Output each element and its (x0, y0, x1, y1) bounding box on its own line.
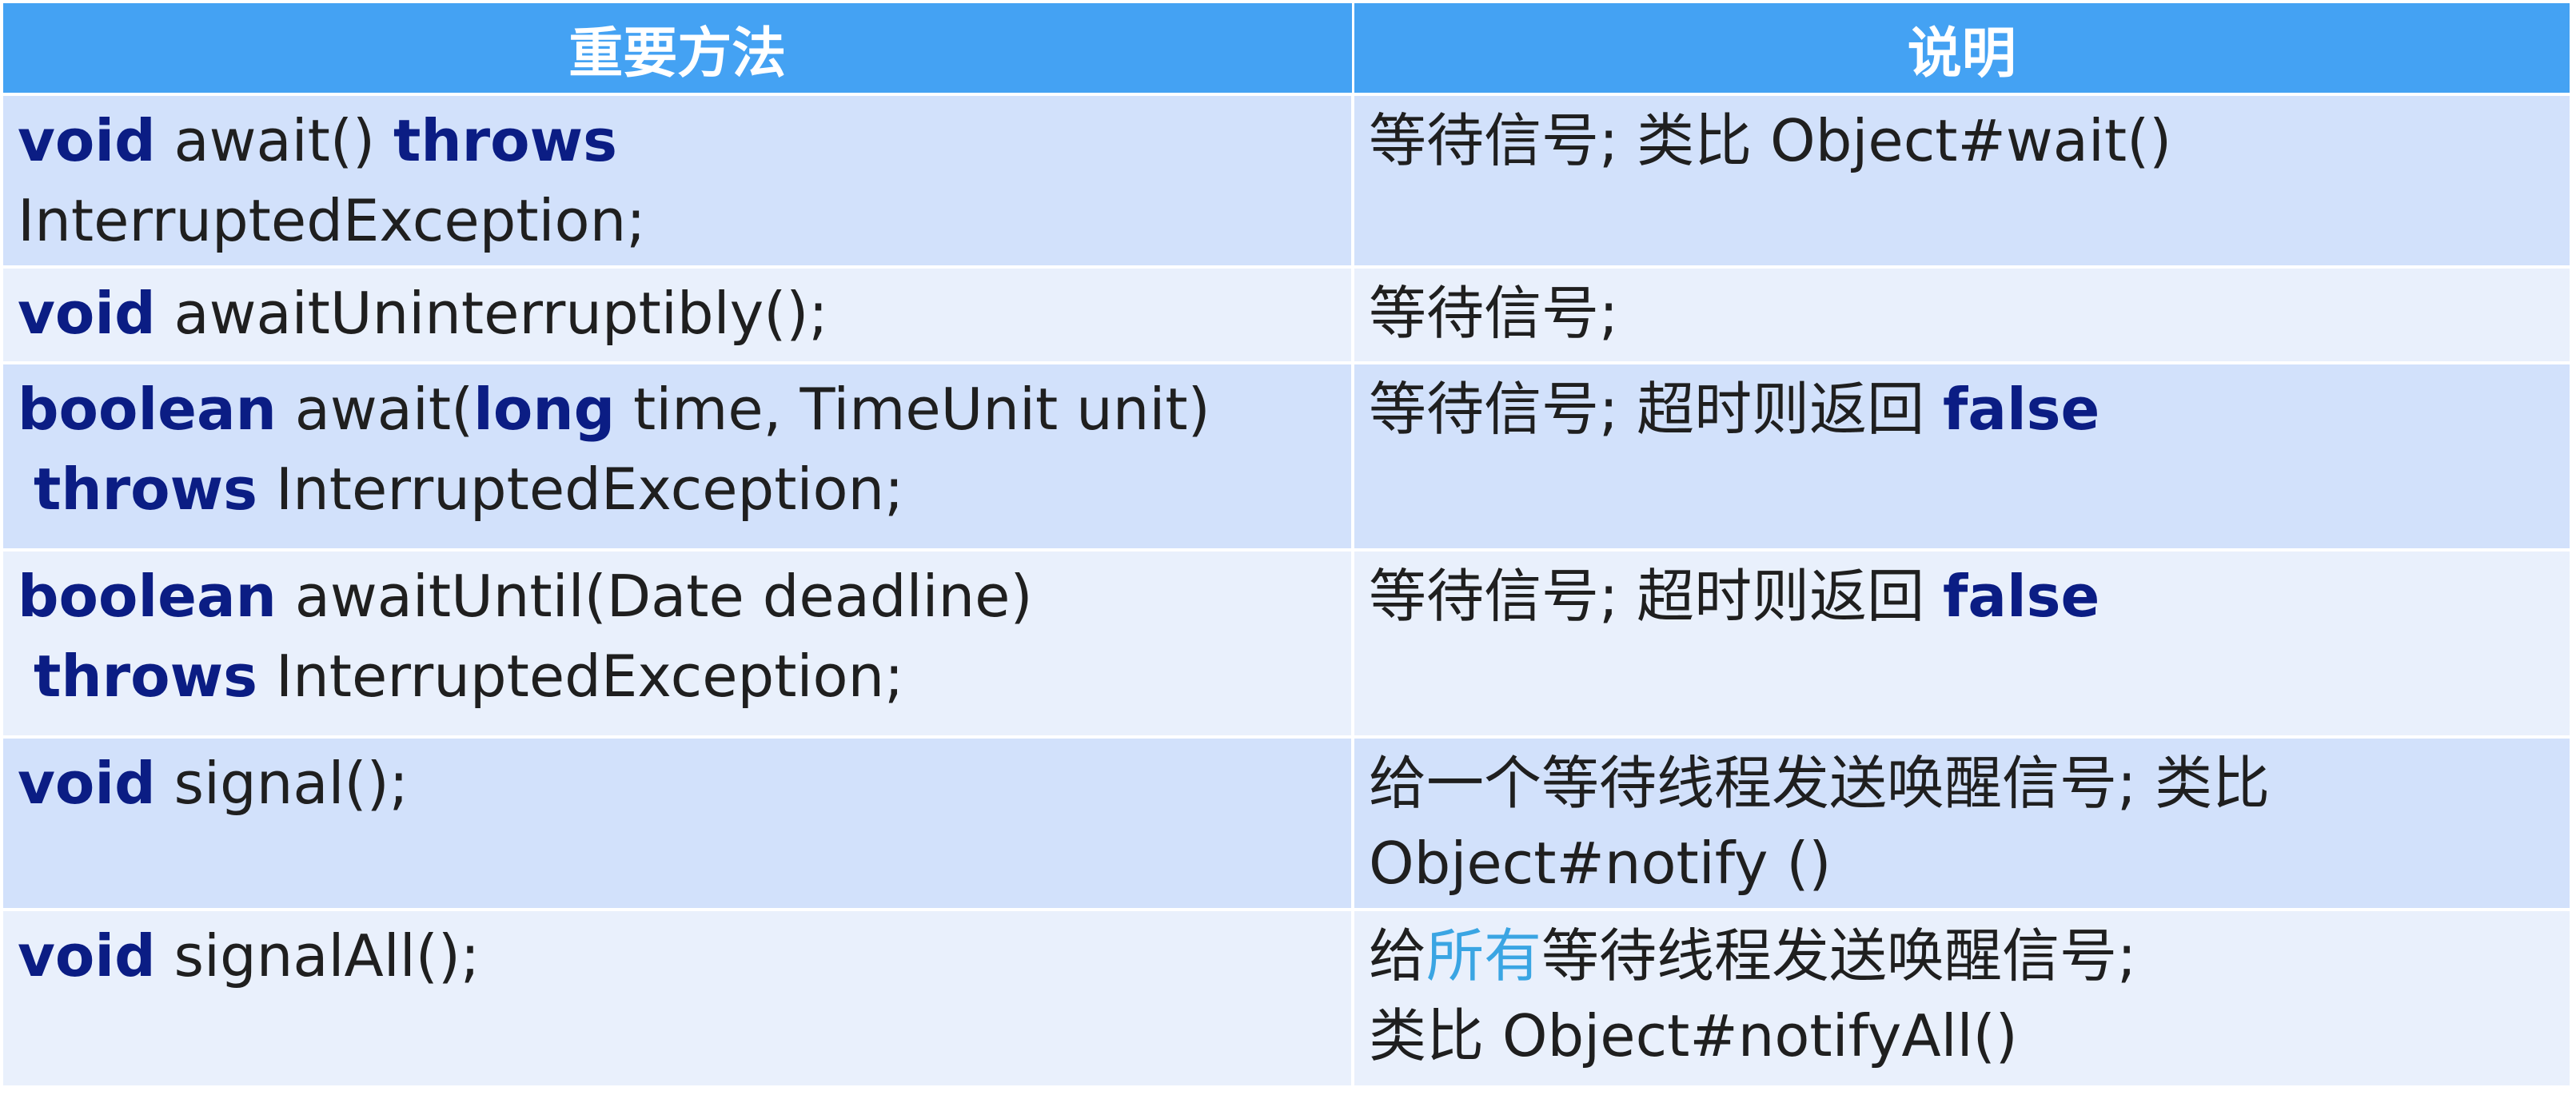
method-signature-line: void await() throws (18, 101, 1337, 181)
method-signature-line: void signal(); (18, 743, 1337, 823)
table-row: boolean await(long time, TimeUnit unit) t… (3, 363, 2570, 551)
method-signature-line: boolean await(long time, TimeUnit unit) (18, 369, 1337, 449)
method-cell: void await() throws InterruptedException; (3, 94, 1354, 269)
table-row: void signalAll(); 给所有等待线程发送唤醒信号; 类比 Objec… (3, 910, 2570, 1089)
text-segment: awaitUninterruptibly(); (155, 280, 828, 347)
table-row: void signal(); 给一个等待线程发送唤醒信号; 类比 Object#n… (3, 737, 2570, 911)
text-segment: time, TimeUnit unit) (615, 376, 1210, 443)
keyword: void (18, 107, 156, 174)
description-line: 类比 Object#notifyAll() (1369, 996, 2555, 1076)
keyword: boolean (18, 563, 277, 630)
method-signature-line: void awaitUninterruptibly(); (18, 273, 1337, 353)
keyword: void (18, 922, 156, 989)
text-segment: 等待信号; 超时则返回 (1369, 563, 1944, 630)
keyword: long (473, 376, 616, 443)
description-cell: 给所有等待线程发送唤醒信号; 类比 Object#notifyAll() (1353, 910, 2570, 1089)
keyword: throws (393, 107, 617, 174)
keyword: boolean (18, 376, 277, 443)
description-line: 等待信号; 超时则返回 false (1369, 369, 2555, 449)
header-method: 重要方法 (3, 3, 1354, 96)
text-segment: signalAll(); (155, 922, 481, 989)
text-segment: awaitUntil(Date deadline) (276, 563, 1033, 630)
method-cell: boolean await(long time, TimeUnit unit) t… (3, 363, 1354, 551)
header-description: 说明 (1353, 3, 2570, 96)
keyword: false (1943, 563, 2100, 630)
table-header-row: 重要方法 说明 (3, 3, 2570, 96)
keyword: void (18, 280, 156, 347)
text-segment: Object#notify () (1369, 830, 1832, 897)
condition-methods-table: 重要方法 说明 void await() throws InterruptedEx… (3, 3, 2570, 1089)
description-line: 等待信号; (1369, 273, 2555, 353)
method-cell: void signal(); (3, 737, 1354, 911)
text-segment: 给 (1369, 922, 1427, 989)
text-segment: InterruptedException; (257, 643, 904, 710)
description-line: 给一个等待线程发送唤醒信号; 类比 (1369, 743, 2555, 823)
description-line: Object#notify () (1369, 823, 2555, 903)
description-line: 等待信号; 超时则返回 false (1369, 556, 2555, 636)
description-cell: 等待信号; 超时则返回 false (1353, 550, 2570, 739)
method-signature-line: InterruptedException; (18, 181, 1337, 261)
method-cell: boolean awaitUntil(Date deadline) throws … (3, 550, 1354, 739)
text-segment: 类比 Object#notifyAll() (1369, 1002, 2018, 1069)
table-row: void await() throws InterruptedException;… (3, 94, 2570, 269)
description-line: 给所有等待线程发送唤醒信号; (1369, 916, 2555, 996)
description-cell: 等待信号; 超时则返回 false (1353, 363, 2570, 551)
text-segment: 等待信号; (1369, 280, 1619, 347)
highlighted-text: 所有 (1426, 922, 1542, 989)
method-signature-line: boolean awaitUntil(Date deadline) (18, 556, 1337, 636)
method-cell: void awaitUninterruptibly(); (3, 267, 1354, 364)
keyword: throws (34, 643, 258, 710)
text-segment: 等待线程发送唤醒信号; (1541, 922, 2137, 989)
method-signature-line: void signalAll(); (18, 916, 1337, 996)
text-segment: InterruptedException; (257, 456, 904, 523)
text-segment: signal(); (155, 750, 409, 817)
text-segment: 等待信号; 超时则返回 (1369, 376, 1944, 443)
description-cell: 给一个等待线程发送唤醒信号; 类比 Object#notify () (1353, 737, 2570, 911)
description-line: 等待信号; 类比 Object#wait() (1369, 101, 2555, 181)
method-signature-line: throws InterruptedException; (18, 449, 1337, 529)
method-signature-line: throws InterruptedException; (18, 636, 1337, 716)
slide: 重要方法 说明 void await() throws InterruptedEx… (0, 0, 2576, 1095)
description-cell: 等待信号; (1353, 267, 2570, 364)
text-segment: await( (276, 376, 474, 443)
method-cell: void signalAll(); (3, 910, 1354, 1089)
text-segment: 给一个等待线程发送唤醒信号; 类比 (1369, 750, 2271, 817)
keyword: throws (34, 456, 258, 523)
keyword: void (18, 750, 156, 817)
table-row: void awaitUninterruptibly(); 等待信号; (3, 267, 2570, 364)
table-row: boolean awaitUntil(Date deadline) throws … (3, 550, 2570, 739)
text-segment: await() (155, 107, 393, 174)
keyword: false (1943, 376, 2100, 443)
text-segment: InterruptedException; (18, 187, 646, 254)
text-segment: 等待信号; 类比 Object#wait() (1369, 107, 2172, 174)
description-cell: 等待信号; 类比 Object#wait() (1353, 94, 2570, 269)
